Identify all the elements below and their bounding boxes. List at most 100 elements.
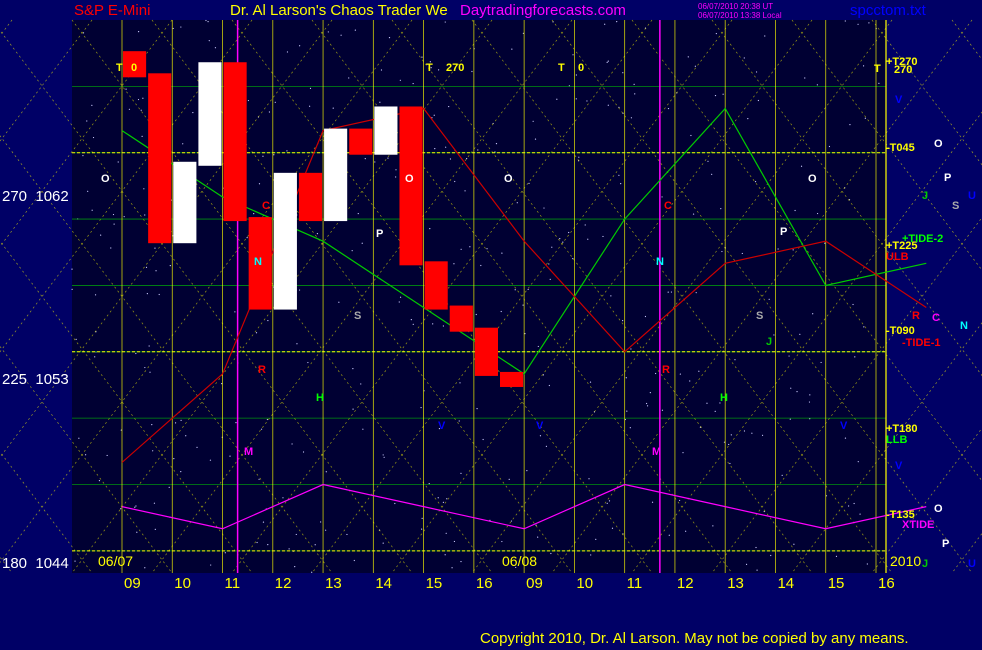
star-dot: [258, 478, 260, 480]
star-dot: [137, 98, 140, 101]
star-dot: [294, 566, 296, 568]
legend-glyph: J: [922, 190, 929, 202]
star-dot: [399, 79, 401, 81]
star-dot: [859, 513, 861, 515]
star-dot: [172, 27, 174, 30]
star-dot: [745, 563, 748, 566]
chart-glyph: O: [504, 173, 513, 185]
star-dot: [788, 355, 790, 357]
star-dot: [346, 533, 348, 536]
chart-glyph: 0: [131, 62, 138, 74]
price-bar: [449, 305, 473, 332]
chart-glyph: O: [405, 173, 414, 185]
star-dot: [587, 238, 589, 240]
price-bar: [198, 62, 222, 166]
date-label-0607: 06/07: [98, 553, 134, 569]
page-title: Dr. Al Larson's Chaos Trader We: [230, 2, 448, 19]
star-dot: [458, 420, 460, 422]
star-dot: [849, 123, 851, 126]
price-bar: [273, 172, 297, 310]
star-dot: [395, 169, 397, 171]
site-link[interactable]: Daytradingforecasts.com: [460, 2, 626, 19]
star-dot: [91, 104, 93, 107]
star-dot: [469, 246, 471, 248]
star-dot: [679, 373, 681, 375]
diagonal-line: [951, 19, 982, 61]
star-dot: [646, 405, 649, 407]
star-dot: [526, 470, 528, 472]
chart-glyph: S: [756, 310, 764, 322]
star-dot: [445, 146, 447, 148]
star-dot: [214, 47, 217, 49]
star-dot: [687, 56, 689, 58]
x-tick-label: 16: [878, 575, 895, 592]
star-dot: [255, 332, 258, 334]
star-dot: [878, 82, 880, 84]
star-dot: [572, 258, 574, 260]
star-dot: [611, 527, 614, 529]
right-label: +TIDE-2: [902, 233, 944, 245]
chart-glyph: P: [780, 226, 788, 238]
star-dot: [556, 98, 558, 100]
star-dot: [361, 242, 363, 244]
star-dot: [155, 270, 157, 272]
star-dot: [144, 567, 146, 569]
x-tick-label: 12: [677, 575, 694, 592]
star-dot: [180, 419, 182, 421]
star-dot: [75, 338, 77, 340]
star-dot: [808, 401, 811, 403]
star-dot: [158, 293, 160, 296]
star-dot: [145, 266, 148, 269]
star-dot: [761, 434, 764, 436]
star-dot: [773, 334, 775, 336]
star-dot: [442, 501, 444, 503]
x-tick-label: 10: [174, 575, 191, 592]
star-dot: [508, 478, 510, 480]
star-dot: [398, 301, 400, 303]
y-label-1044: 180 1044: [2, 555, 69, 572]
legend-glyph: P: [942, 538, 950, 550]
star-dot: [246, 237, 248, 239]
chart-glyph: H: [720, 392, 728, 404]
star-dot: [141, 135, 143, 138]
star-dot: [572, 54, 574, 56]
star-dot: [209, 459, 212, 461]
star-dot: [602, 235, 604, 238]
year-label: 2010: [890, 553, 922, 569]
star-dot: [380, 69, 383, 71]
star-dot: [501, 540, 503, 543]
star-dot: [302, 451, 305, 453]
star-dot: [152, 450, 154, 452]
star-dot: [433, 114, 435, 116]
price-bar: [349, 128, 373, 155]
star-dot: [633, 83, 635, 85]
star-dot: [173, 458, 175, 460]
star-dot: [606, 502, 608, 504]
star-dot: [266, 418, 268, 421]
star-dot: [620, 182, 622, 185]
star-dot: [274, 101, 276, 103]
star-dot: [286, 51, 289, 53]
star-dot: [314, 544, 316, 546]
star-dot: [120, 508, 122, 510]
star-dot: [351, 250, 353, 252]
star-dot: [168, 486, 170, 488]
star-dot: [522, 304, 524, 306]
star-dot: [196, 446, 198, 448]
timestamp-local: 06/07/2010 13:38 Local: [698, 11, 782, 20]
price-bar: [223, 62, 247, 222]
star-dot: [87, 190, 89, 192]
star-dot: [262, 155, 264, 157]
chart-glyph: T: [426, 62, 433, 74]
star-dot: [432, 323, 434, 325]
star-dot: [586, 100, 588, 102]
star-dot: [575, 98, 577, 100]
star-dot: [816, 84, 818, 86]
legend-glyph: U: [968, 558, 976, 570]
star-dot: [459, 382, 461, 384]
diagonal-line: [0, 19, 13, 37]
star-dot: [500, 310, 502, 313]
diagonal-line: [951, 532, 982, 574]
star-dot: [353, 559, 355, 562]
star-dot: [282, 497, 284, 499]
